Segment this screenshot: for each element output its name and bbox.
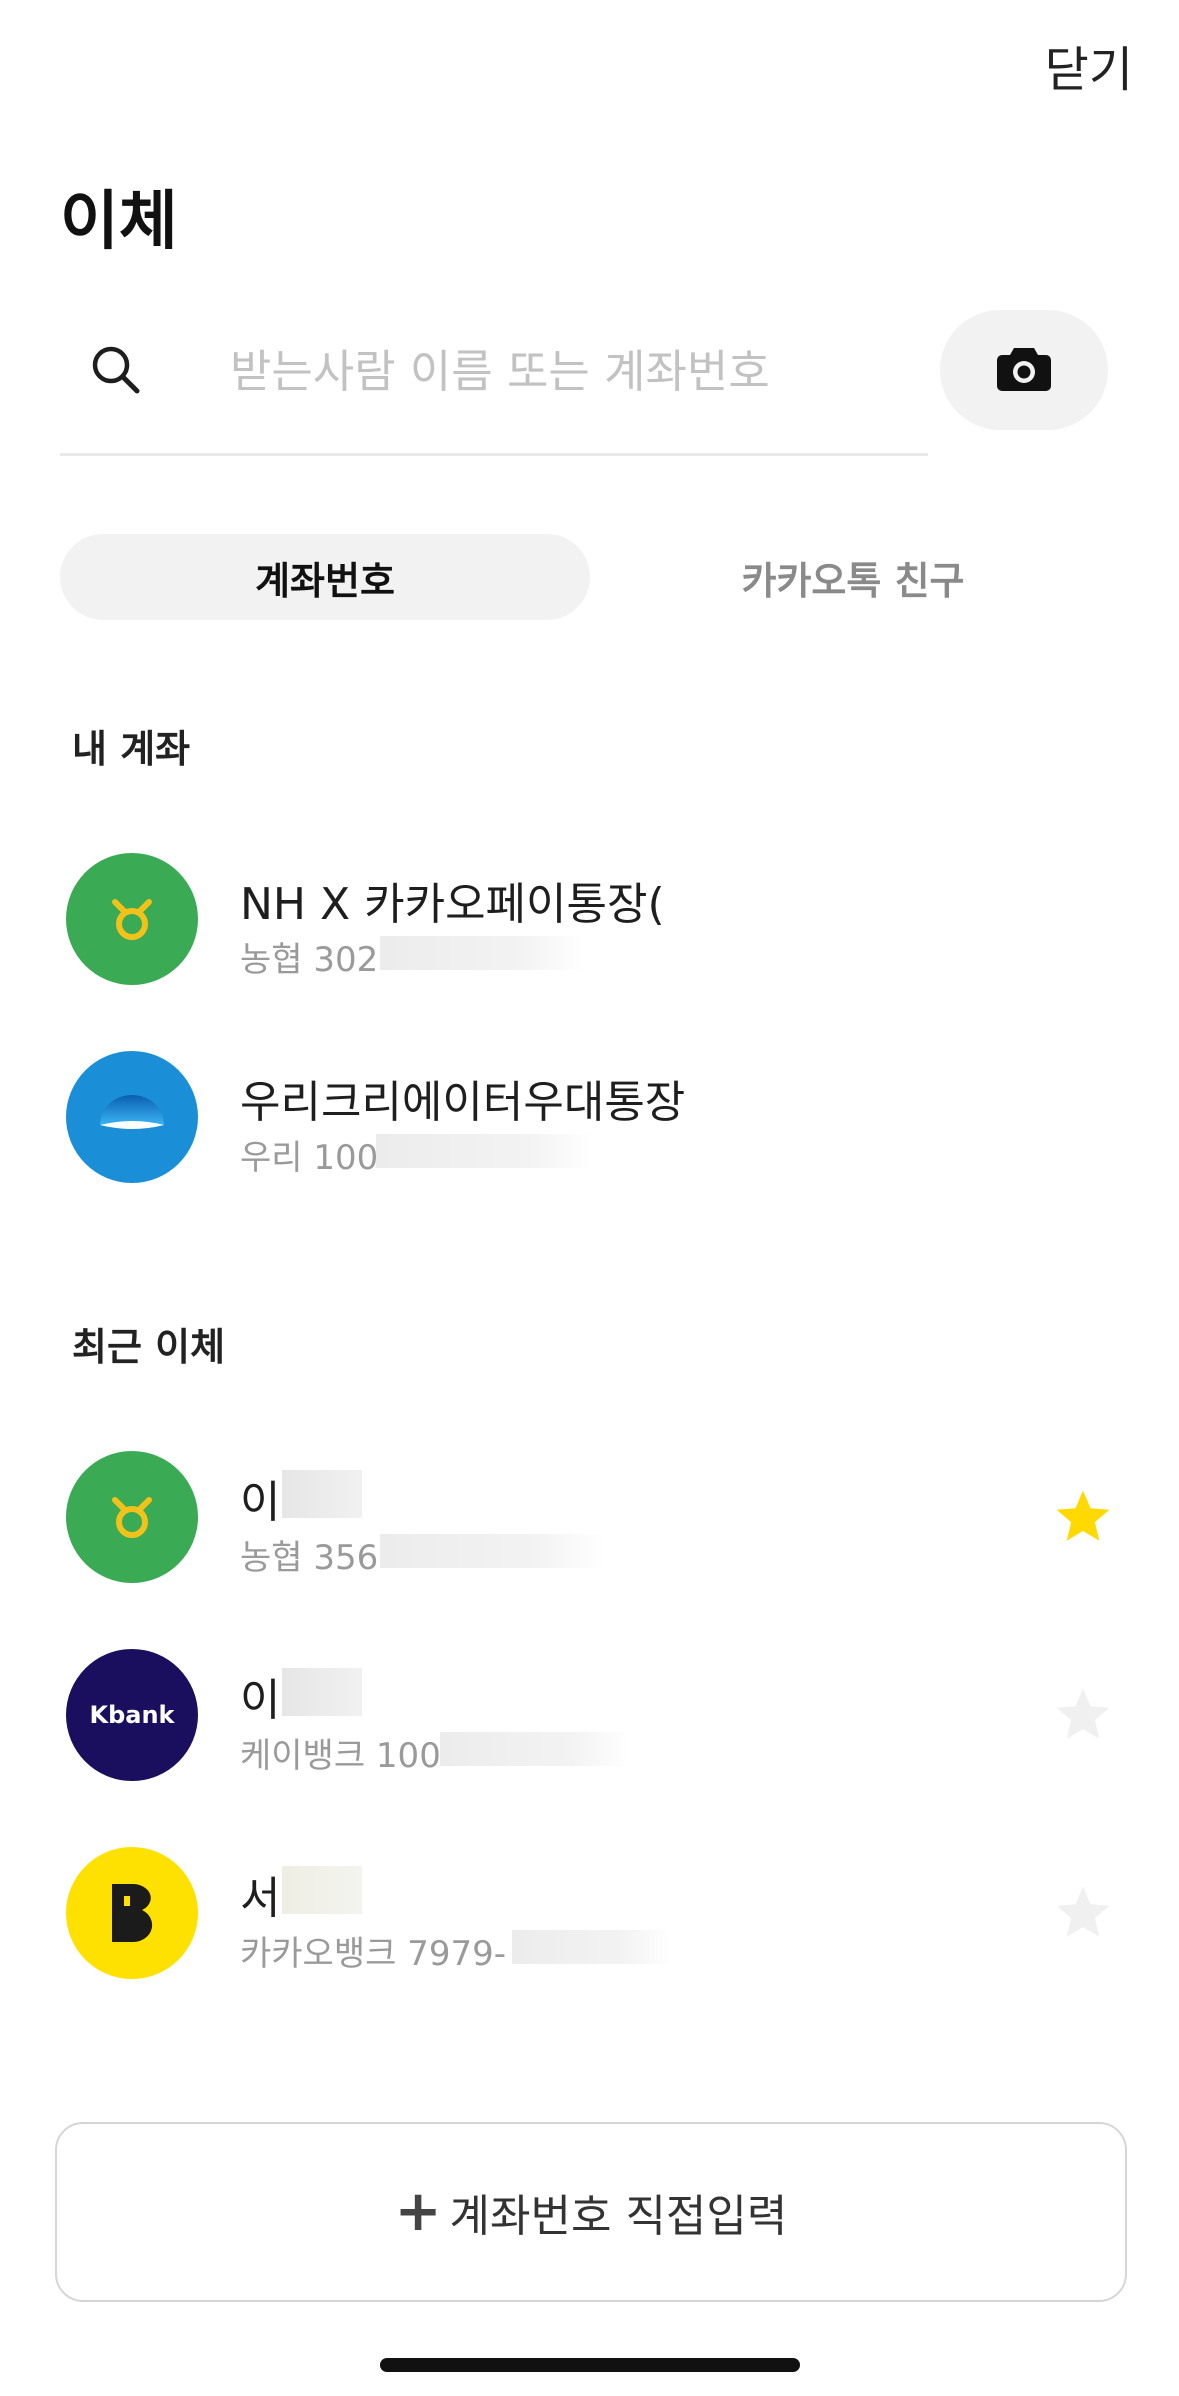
account-number: 농협 302 xyxy=(240,940,379,980)
camera-button[interactable] xyxy=(940,310,1108,430)
recipient-name: 이 xyxy=(240,1675,281,1726)
woori-bank-logo-icon xyxy=(66,1051,198,1183)
recent-transfer-item[interactable]: Kbank 이 케이뱅크 100 xyxy=(0,1640,1179,1790)
favorite-star-icon[interactable] xyxy=(1052,1882,1114,1944)
nh-bank-logo-icon xyxy=(66,853,198,985)
section-title-recent-transfers: 최근 이체 xyxy=(72,1325,226,1369)
my-account-item-nh[interactable]: NH X 카카오페이통장( 농협 302 xyxy=(0,844,1179,994)
recipient-name: 서 xyxy=(240,1873,281,1924)
manual-account-entry-button[interactable]: + 계좌번호 직접입력 xyxy=(55,2122,1127,2302)
favorite-star-icon[interactable] xyxy=(1052,1684,1114,1746)
tab-account-number[interactable]: 계좌번호 xyxy=(60,534,590,620)
search-underline xyxy=(60,453,928,456)
favorite-star-icon[interactable] xyxy=(1052,1486,1114,1548)
masked-recipient-name xyxy=(282,1668,362,1716)
recipient-account: 케이뱅크 100 xyxy=(240,1736,441,1776)
my-account-item-woori[interactable]: 우리크리에이터우대통장 우리 100 xyxy=(0,1042,1179,1192)
page-title: 이체 xyxy=(60,185,178,259)
section-title-my-accounts: 내 계좌 xyxy=(72,727,191,771)
masked-account-number xyxy=(512,1930,672,1964)
kbank-logo-icon: Kbank xyxy=(66,1649,198,1781)
recent-transfer-item[interactable]: 서 카카오뱅크 7979- xyxy=(0,1838,1179,1988)
recipient-name: 이 xyxy=(240,1477,281,1528)
account-name: NH X 카카오페이통장( xyxy=(240,879,665,930)
recipient-account: 카카오뱅크 7979- xyxy=(240,1934,507,1974)
kbank-logo-text: Kbank xyxy=(89,1701,175,1729)
recipient-account: 농협 356 xyxy=(240,1538,379,1578)
tab-kakaotalk-friends[interactable]: 카카오톡 친구 xyxy=(588,534,1118,620)
masked-account-number xyxy=(380,936,585,970)
manual-account-entry-label: 계좌번호 직접입력 xyxy=(449,2191,788,2242)
search-icon xyxy=(88,342,144,398)
recent-transfer-item[interactable]: 이 농협 356 xyxy=(0,1442,1179,1592)
masked-account-number xyxy=(440,1732,630,1766)
camera-icon xyxy=(996,344,1052,396)
home-indicator xyxy=(380,2358,800,2372)
search-input[interactable] xyxy=(230,340,890,402)
nh-bank-logo-icon xyxy=(66,1451,198,1583)
masked-account-number xyxy=(380,1534,605,1568)
close-button[interactable]: 닫기 xyxy=(1045,30,1133,100)
masked-recipient-name xyxy=(282,1866,362,1914)
masked-account-number xyxy=(376,1134,594,1168)
kakaobank-logo-icon xyxy=(66,1847,198,1979)
masked-recipient-name xyxy=(282,1470,362,1518)
account-name: 우리크리에이터우대통장 xyxy=(240,1077,686,1128)
account-number: 우리 100 xyxy=(240,1138,379,1178)
plus-icon: + xyxy=(394,2179,442,2244)
